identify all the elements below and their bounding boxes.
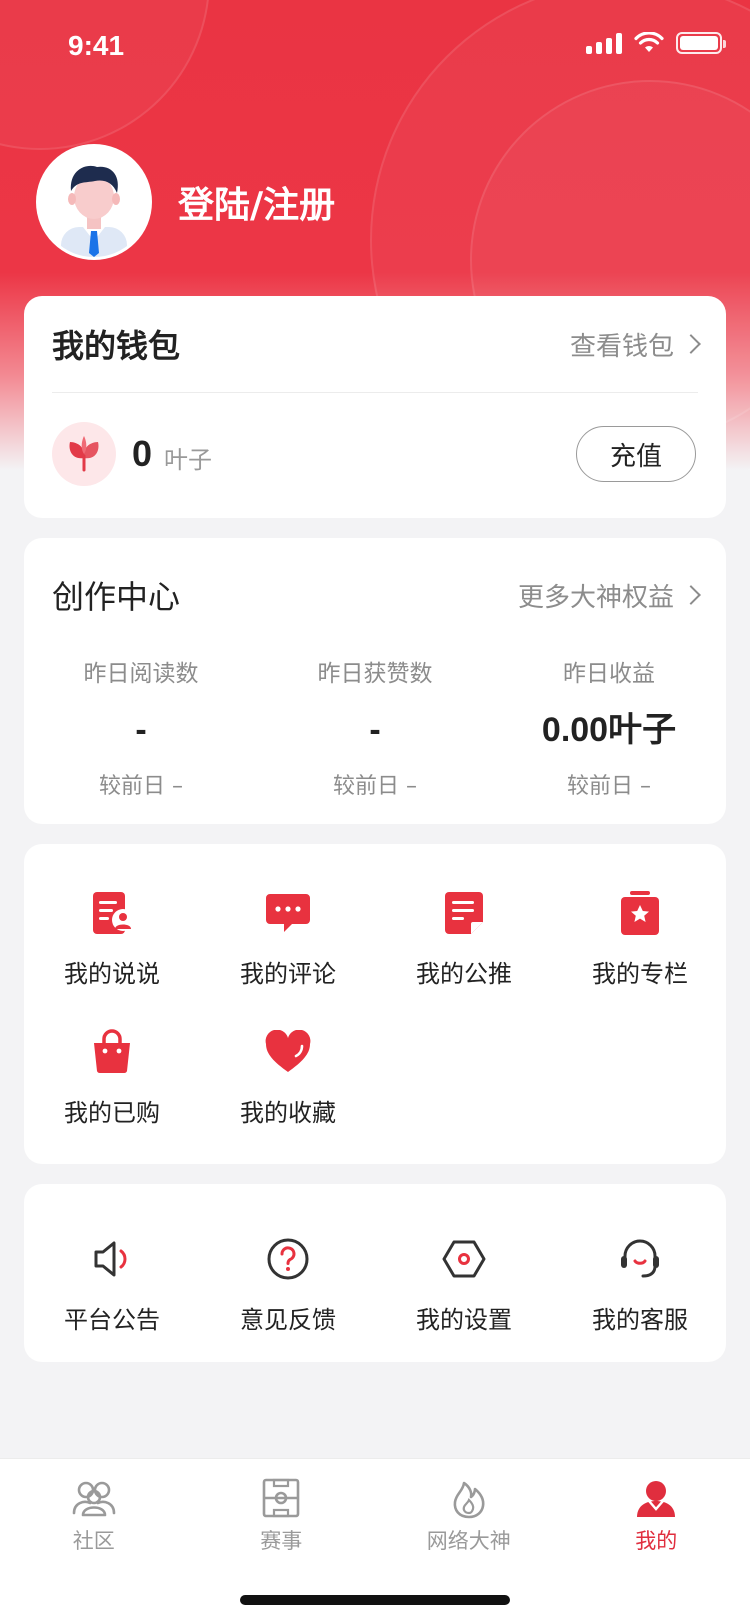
question-icon [263,1234,313,1284]
status-bar: 9:41 [0,0,750,96]
my-favorites-item[interactable]: 我的收藏 [200,1027,376,1128]
wallet-title: 我的钱包 [52,327,181,365]
grid-label: 意见反馈 [240,1306,336,1334]
chevron-right-icon [681,334,701,354]
grid-label: 我的收藏 [240,1099,336,1127]
flame-icon [453,1481,485,1519]
stat-label: 昨日阅读数 [83,661,199,687]
tab-label: 社区 [72,1529,115,1553]
community-icon [72,1481,116,1517]
announcement-item[interactable]: 平台公告 [24,1234,200,1335]
avatar-illustration-icon [61,165,127,257]
user-icon [637,1481,676,1517]
my-items-card: 我的说说 我的评论 我的公推 我的专栏 我的已购 我的收藏 [24,844,726,1164]
stat-value: 0.00叶子 [541,711,677,749]
stat-reads[interactable]: 昨日阅读数 - 较前日 – [24,654,258,800]
creator-header: 创作中心 更多大神权益 [52,572,701,618]
tab-label: 网络大神 [426,1529,511,1553]
stat-label: 昨日收益 [563,661,655,687]
stat-label: 昨日获赞数 [317,661,433,687]
stat-compare: 较前日 – [333,774,417,799]
view-wallet-label: 查看钱包 [569,331,674,362]
tab-mine[interactable]: 我的 [563,1459,750,1569]
column-icon [615,888,665,938]
wallet-card: 我的钱包 查看钱包 0 叶子 充值 [24,296,726,518]
profile-header[interactable]: 登陆/注册 [36,144,335,260]
wifi-icon [634,32,664,52]
login-register-link[interactable]: 登陆/注册 [178,176,335,228]
my-column-item[interactable]: 我的专栏 [552,888,728,989]
grid-label: 我的已购 [64,1099,160,1127]
grid-label: 我的评论 [240,960,336,988]
settings-icon [439,1234,489,1284]
tools-card: 平台公告 意见反馈 我的设置 我的客服 [24,1184,726,1362]
headset-icon [615,1234,665,1284]
customer-service-item[interactable]: 我的客服 [552,1234,728,1335]
wallet-header: 我的钱包 查看钱包 [52,296,701,393]
stat-value: - [135,711,147,749]
bottom-tab-bar: 社区 赛事 网络大神 我的 [0,1458,750,1624]
stat-value: - [369,711,381,749]
stat-earnings[interactable]: 昨日收益 0.00叶子 较前日 – [492,654,726,800]
my-items-grid: 我的说说 我的评论 我的公推 我的专栏 我的已购 我的收藏 [24,888,726,1128]
creator-center-card: 创作中心 更多大神权益 昨日阅读数 - 较前日 – 昨日获赞数 - 较前日 – … [24,538,726,824]
stat-likes[interactable]: 昨日获赞数 - 较前日 – [258,654,492,800]
grid-label: 我的客服 [592,1306,688,1334]
grid-label: 我的设置 [416,1306,512,1334]
grid-label: 我的公推 [416,960,512,988]
comment-icon [263,888,313,938]
speaker-icon [87,1234,137,1284]
grid-label: 我的专栏 [592,960,688,988]
my-posts-item[interactable]: 我的说说 [24,888,200,989]
creator-title: 创作中心 [52,578,181,616]
my-recommend-item[interactable]: 我的公推 [376,888,552,989]
my-comments-item[interactable]: 我的评论 [200,888,376,989]
tab-label: 赛事 [260,1529,303,1553]
creator-stats: 昨日阅读数 - 较前日 – 昨日获赞数 - 较前日 – 昨日收益 0.00叶子 … [24,654,726,800]
tabs: 社区 赛事 网络大神 我的 [0,1459,750,1569]
tools-grid: 平台公告 意见反馈 我的设置 我的客服 [24,1234,726,1335]
recommend-icon [439,888,489,938]
tab-experts[interactable]: 网络大神 [375,1459,563,1569]
settings-item[interactable]: 我的设置 [376,1234,552,1335]
status-icons [586,32,726,54]
wallet-balance-row: 0 叶子 充值 [52,422,696,486]
leaf-icon [52,422,116,486]
grid-label: 我的说说 [64,960,160,988]
leaf-unit: 叶子 [164,445,213,474]
tab-label: 我的 [635,1529,678,1553]
feedback-item[interactable]: 意见反馈 [200,1234,376,1335]
posts-icon [87,888,137,938]
field-icon [262,1478,300,1518]
home-indicator [240,1595,510,1605]
grid-label: 平台公告 [64,1306,160,1334]
tab-events[interactable]: 赛事 [188,1459,376,1569]
my-purchased-item[interactable]: 我的已购 [24,1027,200,1128]
battery-icon [676,32,726,54]
chevron-right-icon [681,585,701,605]
status-time: 9:41 [68,30,125,61]
shopping-bag-icon [87,1027,137,1077]
stat-compare: 较前日 – [567,774,651,799]
avatar[interactable] [36,144,152,260]
tab-community[interactable]: 社区 [0,1459,188,1569]
signal-icon [586,32,622,54]
recharge-button[interactable]: 充值 [576,426,696,482]
leaf-balance: 0 [132,433,153,474]
stat-compare: 较前日 – [99,774,183,799]
more-benefits-label: 更多大神权益 [517,582,674,613]
view-wallet-link[interactable]: 查看钱包 [569,326,701,363]
heart-icon [263,1027,313,1077]
more-benefits-link[interactable]: 更多大神权益 [517,577,701,614]
